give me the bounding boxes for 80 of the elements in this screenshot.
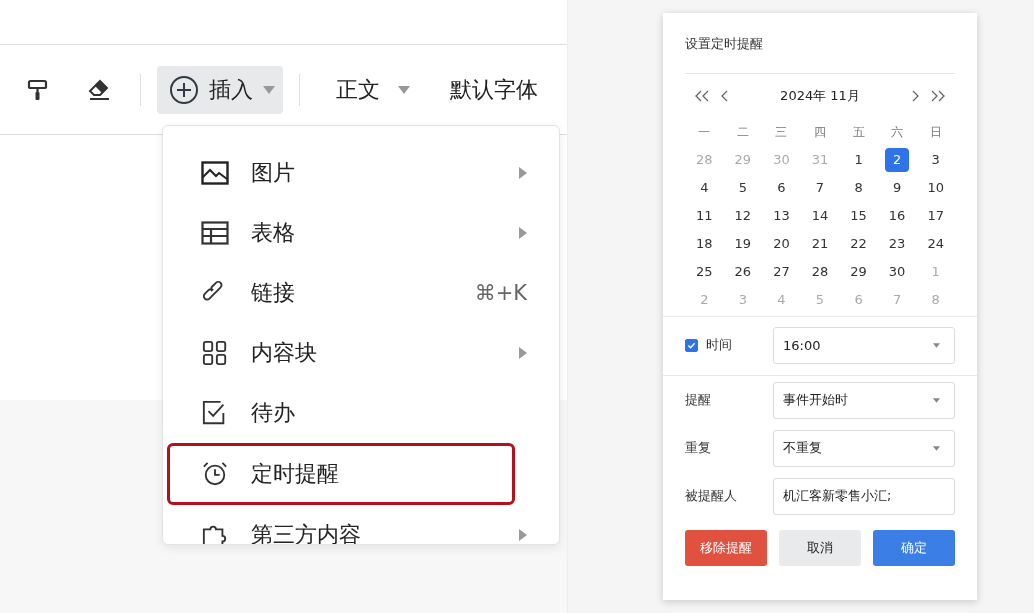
dialog-title: 设置定时提醒 — [685, 13, 955, 74]
style-dropdown[interactable]: 正文 — [316, 74, 430, 105]
image-icon — [201, 160, 229, 186]
menu-item[interactable]: 表格 — [163, 203, 559, 263]
menu-item[interactable]: 图片 — [163, 143, 559, 203]
calendar-day[interactable]: 3 — [923, 148, 948, 172]
eraser-icon[interactable] — [86, 77, 112, 102]
calendar-day[interactable]: 21 — [808, 232, 832, 256]
caret-icon — [263, 85, 275, 94]
time-select[interactable]: 16:00 — [773, 326, 955, 364]
insert-button[interactable]: 插入 — [157, 65, 283, 114]
table-icon — [201, 220, 229, 246]
dropdown-field[interactable]: 不重复 — [773, 429, 955, 467]
calendar-day[interactable]: 19 — [730, 232, 755, 256]
double-chevron-left-icon — [695, 90, 709, 102]
calendar-day[interactable]: 28 — [808, 260, 832, 284]
calendar-day[interactable]: 11 — [692, 204, 717, 228]
dialog-button[interactable]: 取消 — [779, 530, 861, 566]
calendar-day[interactable]: 5 — [730, 176, 755, 200]
menu-item[interactable]: 待办 — [163, 383, 559, 443]
double-chevron-right-icon — [931, 90, 945, 102]
alarm-clock-icon — [201, 461, 229, 487]
weekday-label: 一 — [697, 124, 712, 141]
field-label: 提醒 — [685, 391, 712, 409]
chevron-left-icon — [721, 90, 728, 102]
calendar-day[interactable]: 30 — [885, 260, 910, 284]
menu-item[interactable]: 第三方内容 — [163, 505, 559, 544]
field-label: 被提醒人 — [685, 487, 738, 505]
calendar-day[interactable]: 1 — [846, 148, 871, 172]
plus-circle-icon — [169, 74, 199, 105]
calendar-day[interactable]: 29 — [846, 260, 871, 284]
weekday-label: 日 — [928, 124, 943, 141]
calendar-day[interactable]: 24 — [923, 232, 948, 256]
caret-icon — [398, 85, 410, 94]
grid-icon — [201, 340, 229, 366]
field-label: 重复 — [685, 439, 712, 457]
weekday-label: 六 — [890, 124, 905, 141]
calendar-day[interactable]: 4 — [692, 176, 717, 200]
caret-icon — [933, 397, 940, 403]
font-dropdown[interactable]: 默认字体 — [430, 74, 558, 105]
calendar-day[interactable]: 16 — [885, 204, 910, 228]
time-label: 时间 — [706, 336, 732, 354]
menu-item[interactable]: 链接 ⌘+K — [163, 263, 559, 323]
calendar-day[interactable]: 9 — [885, 176, 910, 200]
calendar-day[interactable]: 26 — [730, 260, 755, 284]
calendar-day[interactable]: 20 — [769, 232, 794, 256]
calendar-day[interactable]: 27 — [769, 260, 794, 284]
calendar-day[interactable]: 18 — [692, 232, 717, 256]
calendar-day[interactable]: 23 — [885, 232, 910, 256]
weekday-label: 四 — [813, 124, 827, 141]
menu-item[interactable]: 定时提醒 — [167, 443, 515, 505]
dialog-button[interactable]: 移除提醒 — [685, 530, 767, 566]
month-label: 2024年 11月 — [779, 87, 861, 105]
calendar-day[interactable]: 6 — [769, 176, 794, 200]
input-field[interactable]: 机汇客新零售小汇; — [773, 477, 955, 515]
chevron-right-icon — [912, 90, 919, 102]
calendar-day[interactable]: 7 — [808, 176, 832, 200]
caret-icon — [933, 445, 940, 451]
submenu-arrow-icon — [519, 167, 527, 179]
calendar-day[interactable]: 14 — [808, 204, 832, 228]
calendar-day[interactable]: 17 — [923, 204, 948, 228]
caret-icon — [933, 342, 940, 348]
dropdown-field[interactable]: 事件开始时 — [773, 381, 955, 419]
paint-roller-icon[interactable] — [26, 77, 50, 102]
calendar-day[interactable]: 22 — [846, 232, 871, 256]
dialog-button[interactable]: 确定 — [873, 530, 955, 566]
submenu-arrow-icon — [519, 529, 527, 541]
calendar-day[interactable]: 13 — [769, 204, 794, 228]
calendar-day[interactable]: 10 — [923, 176, 948, 200]
calendar-day[interactable]: 12 — [730, 204, 755, 228]
weekday-label: 五 — [851, 124, 866, 141]
submenu-arrow-icon — [519, 347, 527, 359]
weekday-label: 二 — [735, 124, 750, 141]
menu-item[interactable]: 内容块 — [163, 323, 559, 383]
calendar-day[interactable]: 25 — [692, 260, 717, 284]
submenu-arrow-icon — [519, 227, 527, 239]
calendar-day[interactable]: 2 — [885, 148, 910, 172]
calendar-day[interactable]: 8 — [846, 176, 871, 200]
weekday-label: 三 — [774, 124, 789, 141]
calendar-day[interactable]: 15 — [846, 204, 871, 228]
